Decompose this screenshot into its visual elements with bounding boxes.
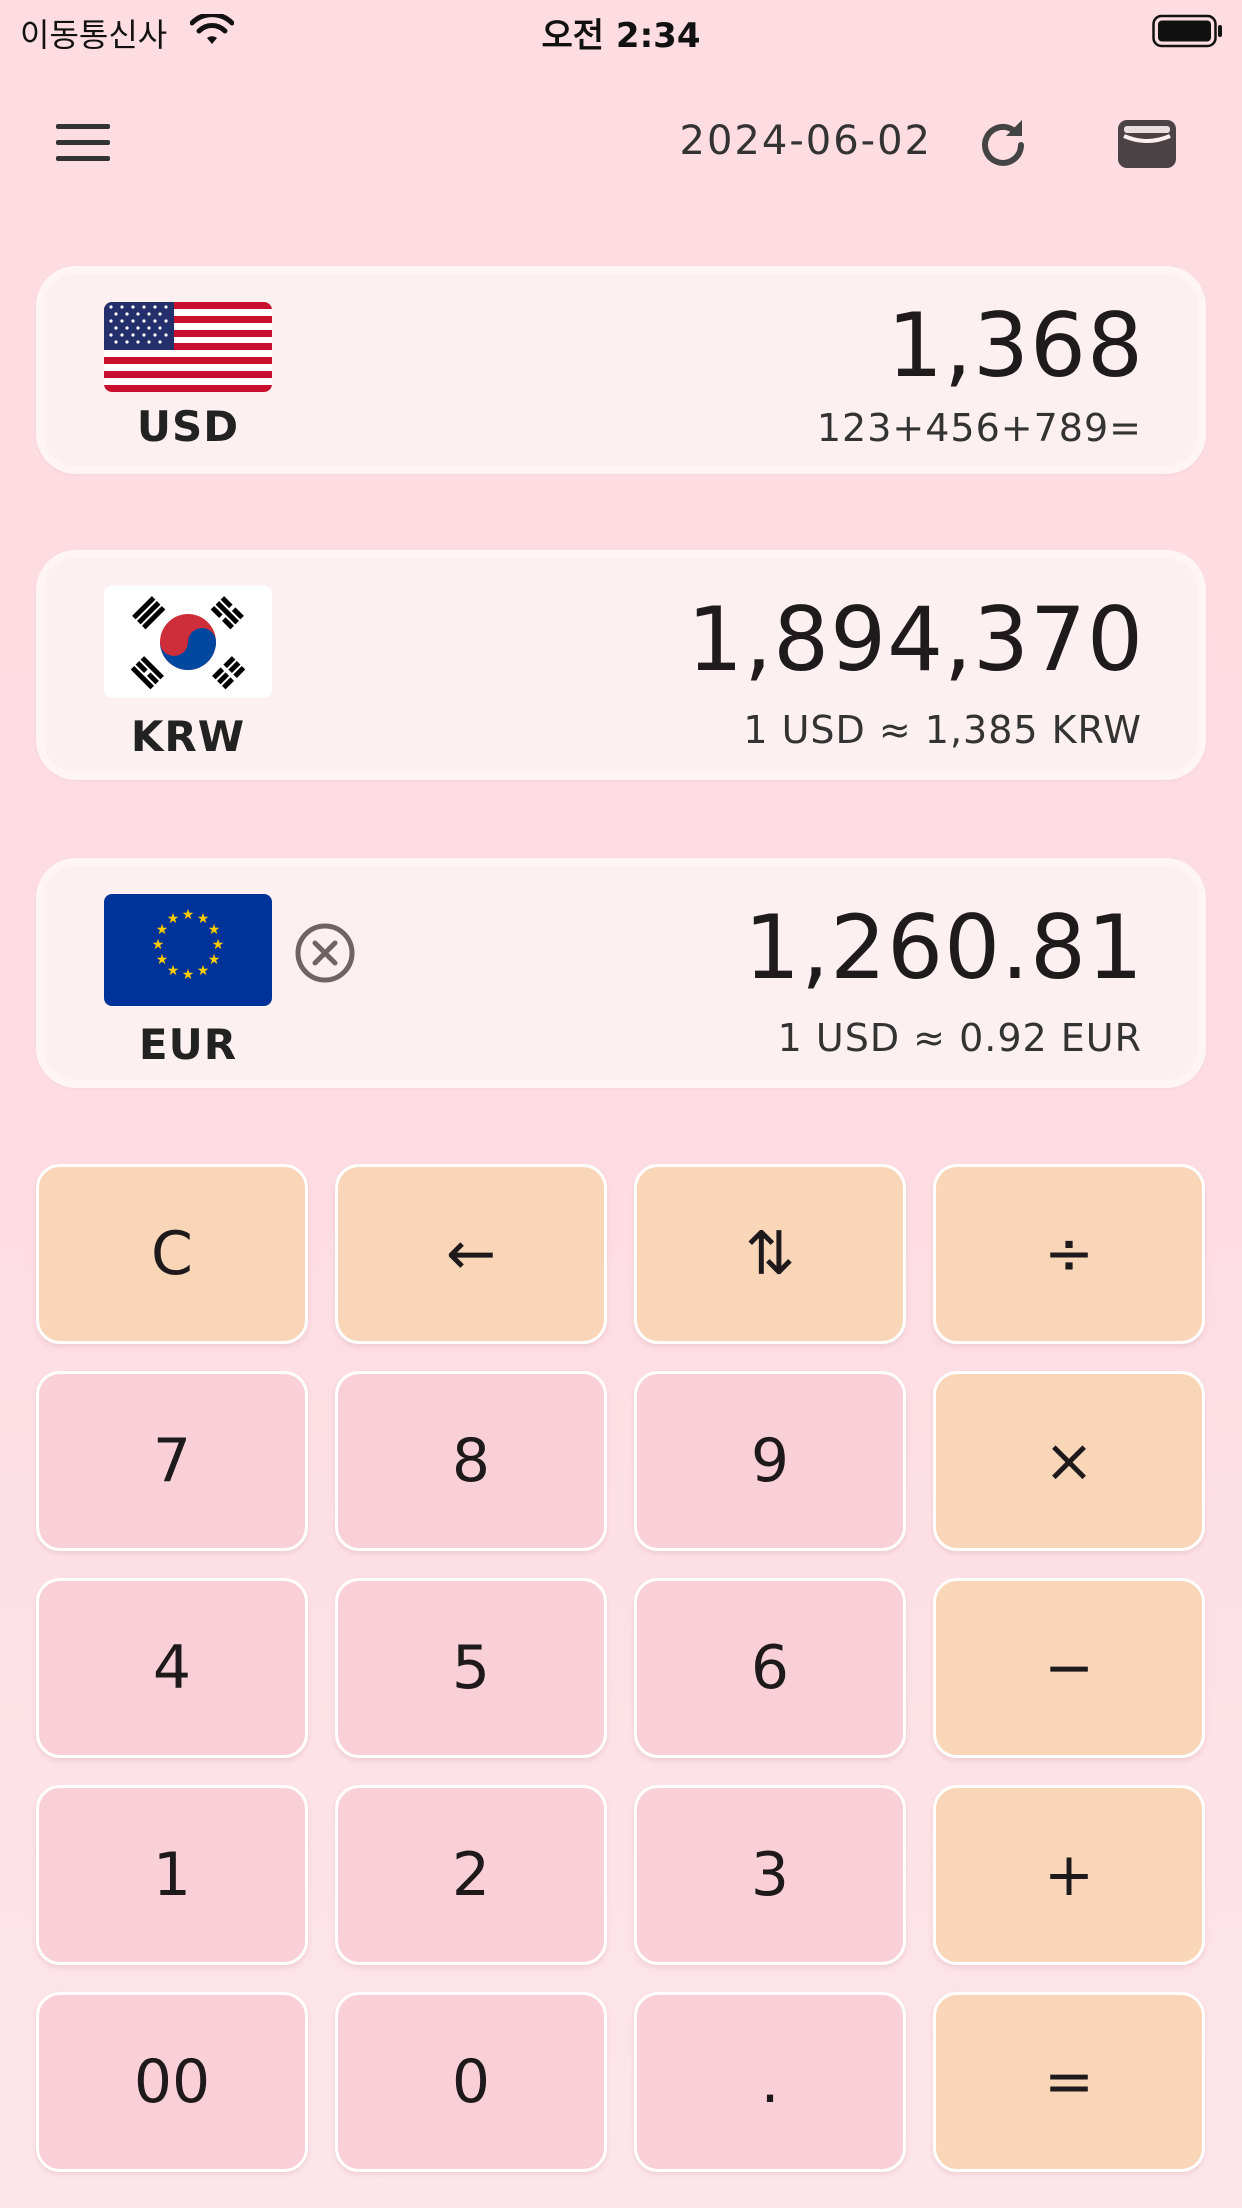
equals-button[interactable]: = [933,1992,1205,2172]
wallet-icon[interactable] [1116,116,1178,172]
digit-0-button[interactable]: 0 [335,1992,607,2172]
status-bar: 이동통신사 오전 2:34 [0,0,1242,60]
svg-text:★: ★ [167,963,180,979]
svg-text:★: ★ [197,963,210,979]
digit-4-button[interactable]: 4 [36,1578,308,1758]
digit-8-button[interactable]: 8 [335,1371,607,1551]
svg-text:★: ★ [212,937,225,953]
currency-card-eur[interactable]: ★ ★ ★ ★ ★ ★ ★ ★ ★ ★ ★ ★ EUR 1,260.81 1 U… [36,858,1206,1088]
clear-button[interactable]: C [36,1164,308,1344]
digit-5-button[interactable]: 5 [335,1578,607,1758]
currency-amount: 1,260.81 [744,896,1144,999]
currency-code: EUR [138,1020,238,1069]
date-label[interactable]: 2024-06-02 [680,118,932,164]
double-zero-button[interactable]: 00 [36,1992,308,2172]
close-circle-icon[interactable] [294,922,356,984]
currency-amount: 1,894,370 [687,588,1144,691]
backspace-button[interactable]: ← [335,1164,607,1344]
digit-1-button[interactable]: 1 [36,1785,308,1965]
digit-3-button[interactable]: 3 [634,1785,906,1965]
digit-6-button[interactable]: 6 [634,1578,906,1758]
divide-button[interactable]: ÷ [933,1164,1205,1344]
svg-text:★: ★ [182,967,195,983]
svg-text:★: ★ [182,907,195,923]
digit-2-button[interactable]: 2 [335,1785,607,1965]
svg-text:★: ★ [208,952,221,968]
svg-text:★: ★ [152,937,165,953]
eu-flag-icon: ★ ★ ★ ★ ★ ★ ★ ★ ★ ★ ★ ★ [104,894,272,1006]
currency-card-krw[interactable]: KRW 1,894,370 1 USD ≈ 1,385 KRW [36,550,1206,780]
exchange-rate-text: 1 USD ≈ 1,385 KRW [743,708,1142,752]
us-flag-icon [104,302,272,392]
svg-text:★: ★ [167,911,180,927]
refresh-icon[interactable] [974,116,1032,174]
svg-text:★: ★ [156,952,169,968]
multiply-button[interactable]: × [933,1371,1205,1551]
currency-amount: 1,368 [887,294,1144,397]
kr-flag-icon [104,586,272,698]
battery-icon [1152,14,1222,48]
subtract-button[interactable]: − [933,1578,1205,1758]
currency-code: KRW [130,712,246,761]
status-clock: 오전 2:34 [541,16,701,56]
digit-9-button[interactable]: 9 [634,1371,906,1551]
swap-button[interactable]: ⇅ [634,1164,906,1344]
decimal-button[interactable]: . [634,1992,906,2172]
menu-icon[interactable] [54,120,114,166]
add-button[interactable]: + [933,1785,1205,1965]
expression-text: 123+456+789= [816,406,1142,450]
svg-text:★: ★ [208,922,221,938]
digit-7-button[interactable]: 7 [36,1371,308,1551]
currency-code: USD [136,402,240,451]
currency-card-usd[interactable]: USD 1,368 123+456+789= [36,266,1206,474]
exchange-rate-text: 1 USD ≈ 0.92 EUR [777,1016,1142,1060]
